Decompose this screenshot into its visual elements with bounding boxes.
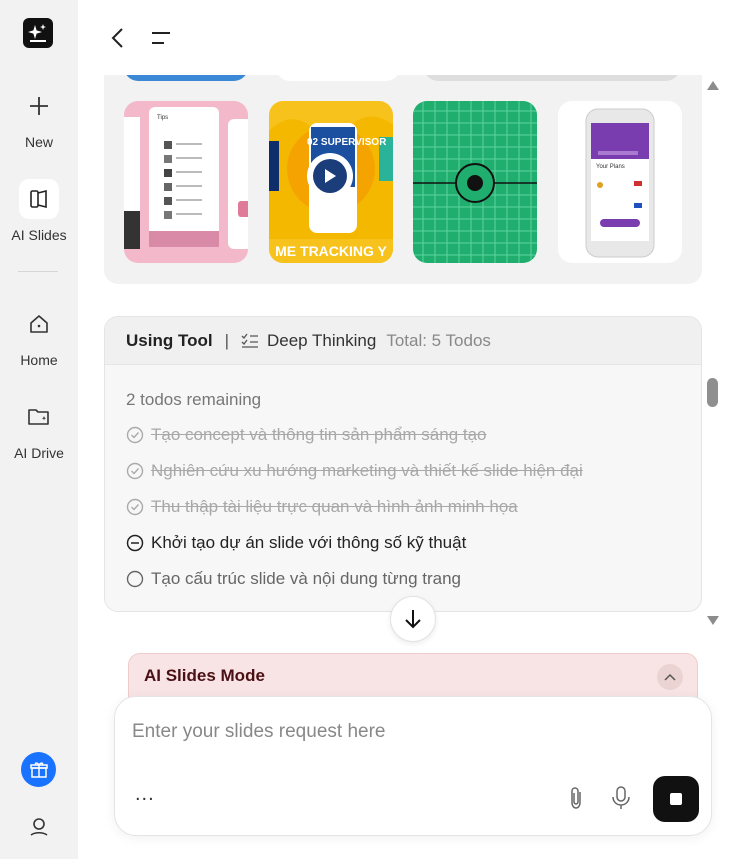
todo-header[interactable]: Using Tool | Deep Thinking Total: 5 Todo… [105, 317, 701, 365]
grid-target-icon [413, 101, 537, 263]
thumbnail-title: 02 SUPERVISOR [307, 137, 387, 148]
empty-circle-icon [126, 570, 144, 588]
main-content: Tips 02 SUPERVISOR ME TRACKING Y Your Pl… [78, 75, 746, 859]
gallery-thumbnail-partial[interactable] [424, 75, 680, 81]
todos-remaining: 2 todos remaining [126, 390, 262, 409]
deep-thinking-label: Deep Thinking [266, 330, 377, 350]
sidebar-divider [18, 271, 58, 272]
gift-button[interactable] [21, 752, 56, 787]
top-bar [78, 0, 746, 75]
menu-icon [152, 32, 170, 44]
plus-icon [19, 86, 59, 126]
todo-item: Tạo cấu trúc slide và nội dung từng tran… [126, 569, 461, 589]
gallery-thumbnail[interactable]: Tips [124, 101, 248, 263]
user-profile-button[interactable] [24, 812, 54, 842]
todo-item: Khởi tạo dự án slide với thông số kỹ thu… [126, 533, 466, 553]
sidebar-item-label: AI Drive [14, 445, 64, 461]
in-progress-circle-icon [126, 534, 144, 552]
scroll-down-arrow-icon[interactable] [706, 615, 720, 627]
checklist-icon [241, 333, 258, 348]
header-divider: | [224, 330, 229, 350]
menu-button[interactable] [148, 24, 174, 52]
mode-banner-label: AI Slides Mode [144, 666, 265, 685]
slides-icon [19, 179, 59, 219]
play-video-icon[interactable] [307, 153, 353, 199]
todo-item-text: Khởi tạo dự án slide với thông số kỹ thu… [151, 533, 467, 552]
paperclip-icon[interactable] [565, 785, 587, 811]
check-circle-icon [126, 426, 144, 444]
tips-slide-image [124, 107, 248, 249]
stop-icon [670, 793, 682, 805]
sidebar-item-home[interactable]: Home [0, 304, 78, 368]
collapse-toggle-button[interactable] [657, 664, 683, 690]
more-options-button[interactable]: ... [135, 783, 155, 806]
scroll-up-arrow-icon[interactable] [706, 79, 720, 91]
gallery-thumbnail[interactable]: 02 SUPERVISOR ME TRACKING Y [269, 101, 393, 263]
gallery-thumbnail[interactable]: Your Plans [558, 101, 682, 263]
phone-app-icon [585, 108, 655, 258]
chevron-up-icon [664, 673, 676, 681]
gallery-thumbnail[interactable] [413, 101, 537, 263]
app-logo-icon[interactable] [23, 18, 53, 48]
sidebar-item-label: New [24, 134, 53, 150]
sidebar-item-new[interactable]: New [0, 86, 78, 150]
user-icon [30, 818, 48, 836]
sidebar-item-label: Home [20, 352, 58, 368]
thumbnail-title: Tips [157, 115, 169, 121]
arrow-down-icon [405, 610, 421, 629]
todo-panel: Using Tool | Deep Thinking Total: 5 Todo… [104, 316, 702, 612]
using-tool-label: Using Tool [126, 330, 213, 350]
slide-gallery: Tips 02 SUPERVISOR ME TRACKING Y Your Pl… [104, 75, 702, 284]
slides-request-input[interactable] [132, 717, 692, 747]
prompt-composer: ... [114, 696, 712, 836]
microphone-icon[interactable] [610, 785, 632, 811]
check-circle-icon [126, 498, 144, 516]
sidebar-item-ai-drive[interactable]: AI Drive [0, 397, 78, 461]
todo-item-text: Tạo concept và thông tin sản phẩm sáng t… [151, 425, 487, 444]
sidebar: New AI Slides Home AI Drive [0, 0, 78, 859]
gallery-thumbnail-partial[interactable] [124, 75, 248, 81]
scrollbar-thumb[interactable] [707, 378, 718, 407]
scroll-to-bottom-button[interactable] [390, 596, 436, 642]
sidebar-item-ai-slides[interactable]: AI Slides [0, 179, 78, 243]
back-button[interactable] [104, 24, 130, 52]
thumbnail-title: Your Plans [596, 164, 625, 170]
stop-generation-button[interactable] [653, 776, 699, 822]
todo-item-text: Thu thập tài liệu trực quan và hình ảnh … [151, 497, 518, 516]
todo-item: Thu thập tài liệu trực quan và hình ảnh … [126, 497, 518, 517]
folder-icon [19, 397, 59, 437]
app-root: New AI Slides Home AI Drive Tips 02 SUPE… [0, 0, 746, 859]
home-icon [19, 304, 59, 344]
gift-icon [29, 761, 48, 778]
gallery-thumbnail-partial[interactable] [276, 75, 400, 81]
chevron-left-icon [111, 28, 123, 48]
check-circle-icon [126, 462, 144, 480]
todo-item: Nghiên cứu xu hướng marketing và thiết k… [126, 461, 583, 481]
todo-total-count: Total: 5 Todos [386, 330, 491, 350]
sidebar-item-label: AI Slides [11, 227, 67, 243]
todo-item-text: Tạo cấu trúc slide và nội dung từng tran… [151, 569, 462, 588]
todo-item-text: Nghiên cứu xu hướng marketing và thiết k… [151, 461, 583, 480]
thumbnail-caption: ME TRACKING Y [275, 243, 387, 259]
todo-item: Tạo concept và thông tin sản phẩm sáng t… [126, 425, 487, 445]
